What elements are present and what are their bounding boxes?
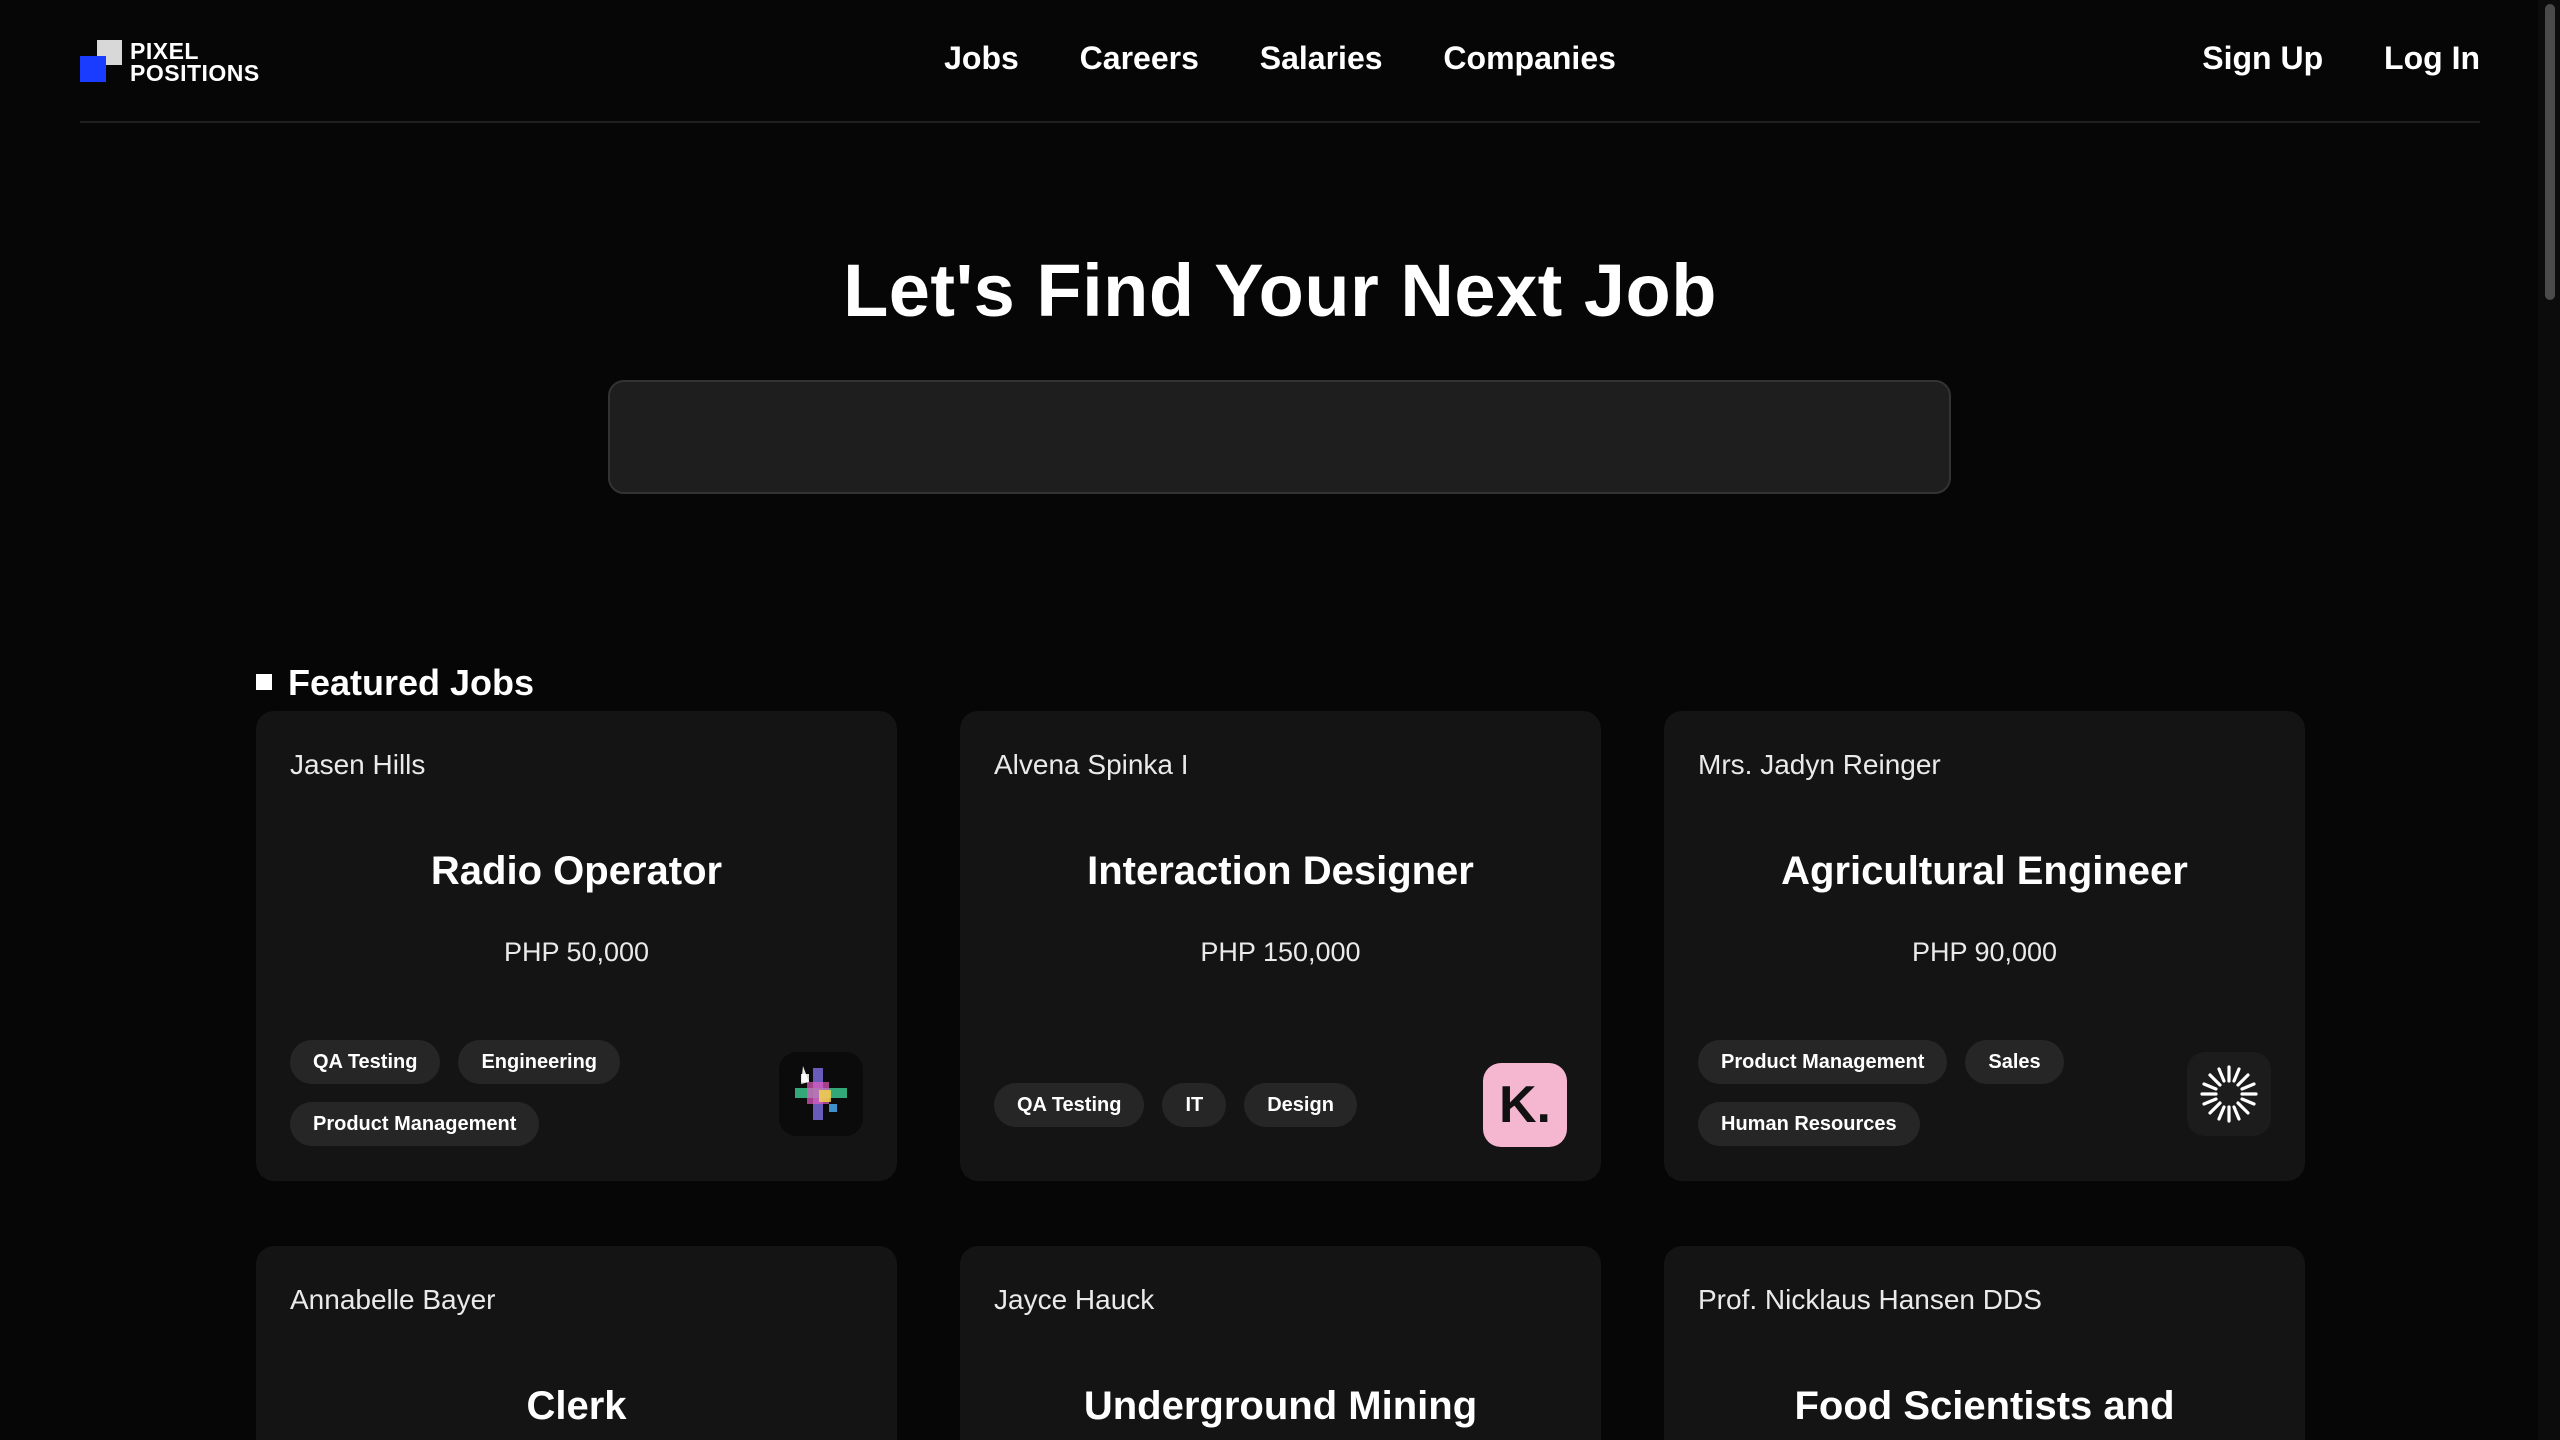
job-card[interactable]: Jayce Hauck Underground Mining [960,1246,1601,1440]
auth-links: Sign Up Log In [2150,40,2480,77]
job-title[interactable]: Agricultural Engineer [1664,849,2305,894]
sunburst-logo-icon [2187,1052,2271,1136]
section-bullet-icon [256,674,272,690]
job-card[interactable]: Prof. Nicklaus Hansen DDS Food Scientist… [1664,1246,2305,1440]
job-salary: PHP 90,000 [1911,937,2058,967]
job-title[interactable]: Food Scientists and [1664,1384,2305,1429]
job-employer: Jayce Hauck [994,1284,1155,1315]
nav-link-companies[interactable]: Companies [1443,40,1615,76]
job-tags: Product Management Sales Human Resources [1698,1040,2168,1146]
job-search-input[interactable] [608,380,1951,494]
job-employer: Prof. Nicklaus Hansen DDS [1698,1284,2042,1315]
job-card[interactable]: Alvena Spinka I Interaction Designer PHP… [960,711,1601,1181]
job-title[interactable]: Underground Mining [960,1384,1601,1429]
tag[interactable]: Product Management [290,1102,540,1146]
job-tags: QA Testing Engineering Product Managemen… [290,1040,760,1146]
scrollbar-thumb[interactable] [2545,4,2555,300]
job-card[interactable]: Annabelle Bayer Clerk [256,1246,897,1440]
tag[interactable]: Human Resources [1698,1102,1920,1146]
log-in-link[interactable]: Log In [2384,40,2480,76]
job-employer: Jasen Hills [290,749,426,780]
tag[interactable]: IT [1162,1083,1227,1127]
tag[interactable]: Sales [1965,1040,2064,1084]
tag[interactable]: Product Management [1698,1040,1948,1084]
sign-up-link[interactable]: Sign Up [2202,40,2323,76]
tag[interactable]: QA Testing [994,1083,1145,1127]
main-nav: Jobs Careers Salaries Companies [80,40,2480,77]
job-tags: QA Testing IT Design [994,1083,1464,1127]
job-card[interactable]: Jasen Hills Radio Operator PHP 50,000 QA… [256,711,897,1181]
top-navigation: PIXEL POSITIONS Jobs Careers Salaries Co… [80,0,2480,123]
nav-link-jobs[interactable]: Jobs [944,40,1019,76]
job-employer: Annabelle Bayer [290,1284,496,1315]
job-employer: Mrs. Jadyn Reinger [1698,749,1941,780]
job-salary: PHP 50,000 [503,937,650,967]
nav-link-salaries[interactable]: Salaries [1260,40,1383,76]
klarna-k-logo-icon: K. [1483,1063,1567,1147]
page-scrollbar[interactable] [2538,0,2560,1440]
job-salary: PHP 150,000 [1200,937,1361,967]
tag[interactable]: Design [1244,1083,1357,1127]
colorful-glitch-logo-icon [779,1052,863,1136]
page: PIXEL POSITIONS Jobs Careers Salaries Co… [80,0,2480,1440]
nav-link-careers[interactable]: Careers [1080,40,1199,76]
tag[interactable]: Engineering [458,1040,621,1084]
job-employer: Alvena Spinka I [994,749,1189,780]
tag[interactable]: QA Testing [290,1040,441,1084]
job-title[interactable]: Radio Operator [256,849,897,894]
hero-title: Let's Find Your Next Job [843,249,1717,332]
job-title[interactable]: Clerk [256,1384,897,1429]
job-title[interactable]: Interaction Designer [960,849,1601,894]
job-card[interactable]: Mrs. Jadyn Reinger Agricultural Engineer… [1664,711,2305,1181]
